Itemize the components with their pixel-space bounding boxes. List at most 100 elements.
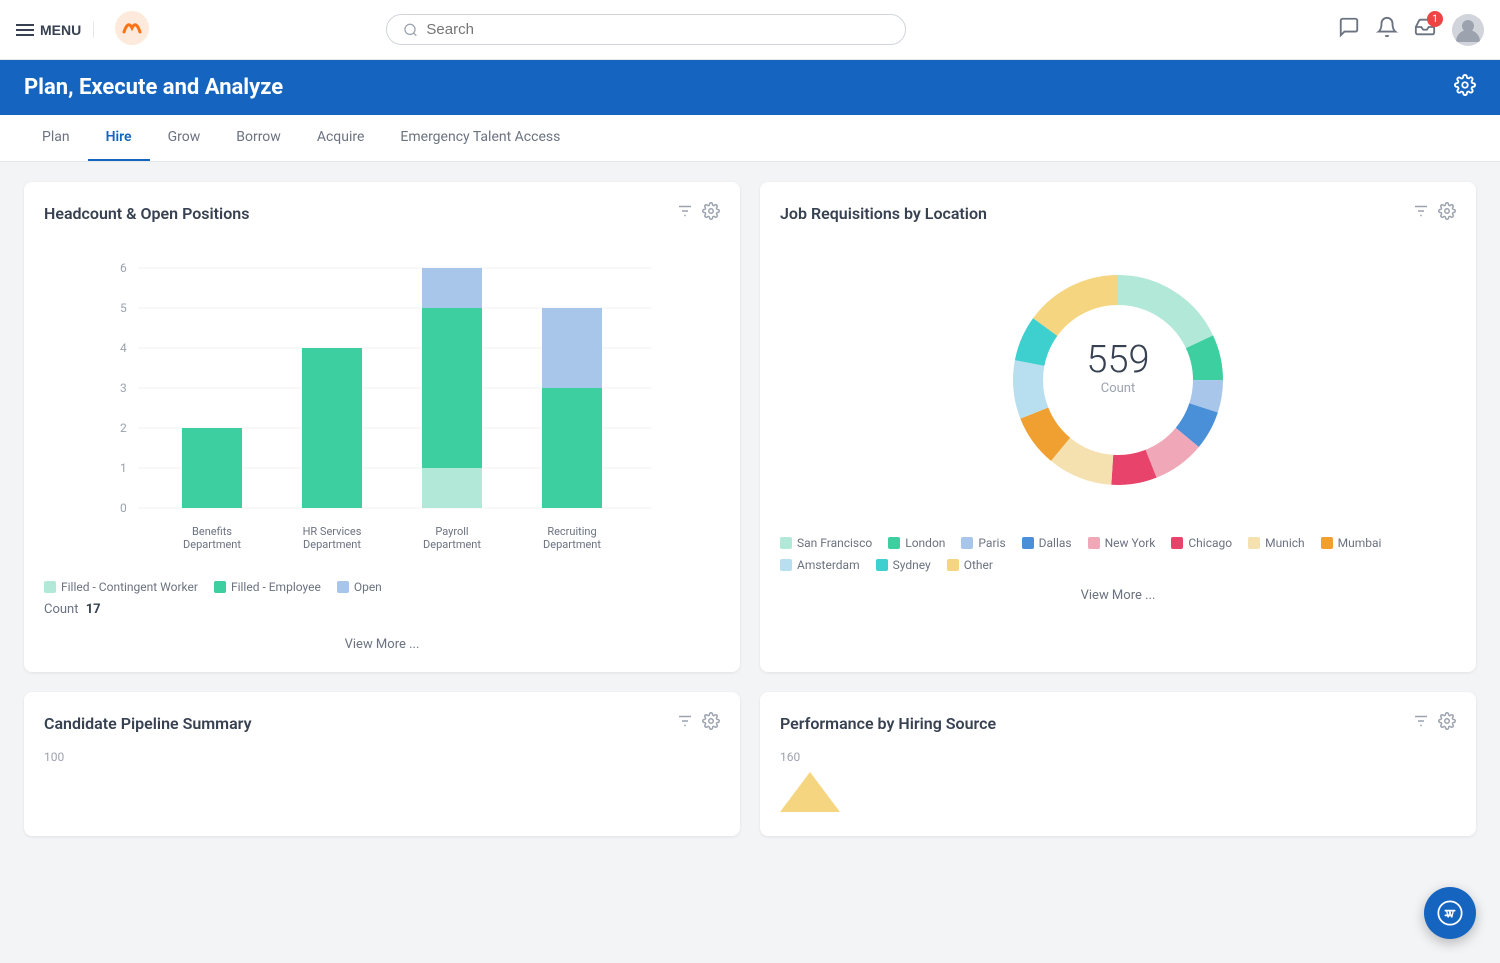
svg-text:559: 559 <box>1086 338 1149 382</box>
performance-card-header: Performance by Hiring Source <box>780 712 1456 734</box>
tab-borrow[interactable]: Borrow <box>218 115 299 161</box>
pipeline-card-header: Candidate Pipeline Summary <box>44 712 720 734</box>
legend-chicago: Chicago <box>1171 536 1232 550</box>
svg-text:6: 6 <box>120 261 127 275</box>
tab-grow[interactable]: Grow <box>150 115 219 161</box>
pipeline-controls <box>676 712 720 734</box>
search-bar <box>386 14 906 45</box>
pipeline-settings-icon[interactable] <box>702 712 720 734</box>
notifications-icon[interactable] <box>1376 16 1398 43</box>
pipeline-y-label: 100 <box>44 750 720 764</box>
workday-logo[interactable] <box>114 10 150 50</box>
svg-text:Department: Department <box>423 538 481 551</box>
svg-text:HR Services: HR Services <box>303 525 362 538</box>
tab-hire[interactable]: Hire <box>88 115 150 161</box>
legend-sydney: Sydney <box>876 558 931 572</box>
bar-chart-svg: 0 1 2 3 4 5 6 Benefits Department <box>44 240 720 560</box>
requisitions-view-more-link[interactable]: View More ... <box>1081 588 1156 603</box>
chat-fab-button[interactable]: W <box>1424 887 1476 939</box>
svg-text:Recruiting: Recruiting <box>547 525 596 538</box>
main-content: Headcount & Open Positions <box>0 162 1500 856</box>
legend-dot-contingent <box>44 581 56 593</box>
tab-acquire[interactable]: Acquire <box>299 115 383 161</box>
legend-dot-open <box>337 581 349 593</box>
tab-plan[interactable]: Plan <box>24 115 88 161</box>
nav-icons: 1 <box>1338 14 1484 46</box>
legend-san-francisco: San Francisco <box>780 536 872 550</box>
svg-text:2: 2 <box>120 421 127 435</box>
svg-text:Payroll: Payroll <box>435 525 468 538</box>
requisitions-controls <box>1412 202 1456 224</box>
svg-text:1: 1 <box>120 461 127 475</box>
svg-text:W: W <box>1446 910 1455 921</box>
svg-text:Benefits: Benefits <box>192 525 232 538</box>
requisitions-view-more: View More ... <box>780 584 1456 603</box>
legend-london: London <box>888 536 945 550</box>
svg-text:Department: Department <box>543 538 601 551</box>
headcount-title: Headcount & Open Positions <box>44 204 249 223</box>
svg-text:5: 5 <box>120 301 127 315</box>
headcount-view-more: View More ... <box>44 633 720 652</box>
donut-svg: 559 Count <box>998 260 1238 500</box>
legend-new-york: New York <box>1088 536 1156 550</box>
headcount-filter-icon[interactable] <box>676 202 694 224</box>
user-avatar[interactable] <box>1452 14 1484 46</box>
pipeline-card: Candidate Pipeline Summary 100 <box>24 692 740 836</box>
hamburger-icon <box>16 24 34 36</box>
inbox-icon[interactable]: 1 <box>1414 16 1436 43</box>
headcount-controls <box>676 202 720 224</box>
performance-filter-icon[interactable] <box>1412 712 1430 734</box>
headcount-settings-icon[interactable] <box>702 202 720 224</box>
legend-dot-employee <box>214 581 226 593</box>
svg-text:Department: Department <box>303 538 361 551</box>
headcount-legend: Filled - Contingent Worker Filled - Empl… <box>44 572 720 594</box>
tab-bar: Plan Hire Grow Borrow Acquire Emergency … <box>0 115 1500 162</box>
pipeline-filter-icon[interactable] <box>676 712 694 734</box>
legend-amsterdam: Amsterdam <box>780 558 860 572</box>
bar-chart-container: 0 1 2 3 4 5 6 Benefits Department <box>44 240 720 560</box>
search-icon <box>403 22 418 38</box>
menu-label: MENU <box>40 22 81 38</box>
page-title: Plan, Execute and Analyze <box>24 75 283 100</box>
svg-text:Department: Department <box>183 538 241 551</box>
page-settings-icon[interactable] <box>1454 74 1476 101</box>
legend-dallas: Dallas <box>1022 536 1072 550</box>
menu-button[interactable]: MENU <box>16 22 94 38</box>
svg-text:0: 0 <box>120 501 127 515</box>
chat-fab-icon: W <box>1436 899 1464 927</box>
svg-text:4: 4 <box>120 341 127 355</box>
legend-filled-employee: Filled - Employee <box>214 580 321 594</box>
legend-open: Open <box>337 580 382 594</box>
performance-y-label: 160 <box>780 750 1456 764</box>
headcount-count-value: 17 <box>86 602 101 617</box>
messages-icon[interactable] <box>1338 16 1360 43</box>
requisitions-title: Job Requisitions by Location <box>780 204 987 223</box>
legend-other: Other <box>947 558 993 572</box>
performance-settings-icon[interactable] <box>1438 712 1456 734</box>
legend-mumbai: Mumbai <box>1321 536 1382 550</box>
donut-container: 559 Count <box>780 240 1456 520</box>
donut-legend: San Francisco London Paris Dallas New Yo… <box>780 536 1456 572</box>
headcount-view-more-link[interactable]: View More ... <box>345 637 420 652</box>
page-header: Plan, Execute and Analyze <box>0 60 1500 115</box>
legend-munich: Munich <box>1248 536 1305 550</box>
requisitions-settings-icon[interactable] <box>1438 202 1456 224</box>
legend-filled-contingent: Filled - Contingent Worker <box>44 580 198 594</box>
requisitions-card: Job Requisitions by Location <box>760 182 1476 672</box>
svg-text:Count: Count <box>1101 381 1135 396</box>
inbox-badge: 1 <box>1427 11 1443 27</box>
requisitions-card-header: Job Requisitions by Location <box>780 202 1456 224</box>
tab-emergency-talent-access[interactable]: Emergency Talent Access <box>382 115 578 161</box>
headcount-count-row: Count 17 <box>44 602 720 617</box>
svg-text:3: 3 <box>120 381 127 395</box>
performance-title: Performance by Hiring Source <box>780 714 996 733</box>
search-input[interactable] <box>426 21 889 38</box>
headcount-card: Headcount & Open Positions <box>24 182 740 672</box>
performance-controls <box>1412 712 1456 734</box>
performance-card: Performance by Hiring Source 160 <box>760 692 1476 836</box>
requisitions-filter-icon[interactable] <box>1412 202 1430 224</box>
top-navigation: MENU 1 <box>0 0 1500 60</box>
pipeline-title: Candidate Pipeline Summary <box>44 714 252 733</box>
headcount-card-header: Headcount & Open Positions <box>44 202 720 224</box>
legend-paris: Paris <box>961 536 1005 550</box>
